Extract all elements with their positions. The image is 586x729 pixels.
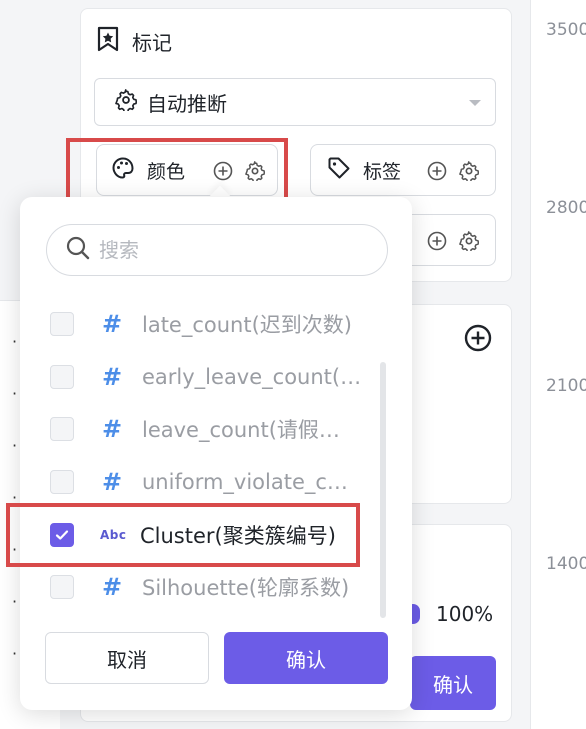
confirm-button[interactable]: 确认 [224,632,388,684]
search-icon [65,235,91,265]
field-checkbox[interactable] [50,365,74,389]
plus-circle-icon[interactable] [427,161,447,186]
highlight-box [6,503,360,567]
gear-icon[interactable] [459,161,480,186]
field-item[interactable]: # late_count(迟到次数) [50,304,352,344]
field-item[interactable]: # early_leave_count(… [50,357,361,397]
tag-icon [327,156,351,185]
percent-value: 100% [436,602,494,626]
field-checkbox[interactable] [50,470,74,494]
mark-type-select[interactable]: 自动推断 [94,78,496,126]
mark-type-value: 自动推断 [147,91,227,116]
list-dot: · [12,332,18,351]
field-name: uniform_violate_c… [142,470,348,494]
field-checkbox[interactable] [50,575,74,599]
search-input[interactable] [99,238,359,262]
background-confirm-button[interactable]: 确认 [410,656,496,710]
field-name: Silhouette(轮廓系数) [142,576,350,600]
field-name: leave_count(请假… [142,418,340,442]
y-axis-tick: 2100 [546,376,586,396]
chart-area [530,0,586,729]
field-item[interactable]: # uniform_violate_c… [50,462,348,502]
list-dot: · [12,384,18,403]
field-checkbox[interactable] [50,417,74,441]
label-channel-label: 标签 [363,160,402,183]
field-checkbox[interactable] [50,312,74,336]
label-channel[interactable]: 标签 [310,144,496,196]
field-item[interactable]: # Silhouette(轮廓系数) [50,567,349,607]
gear-icon[interactable] [459,231,480,256]
field-name: late_count(迟到次数) [142,313,352,337]
cancel-button[interactable]: 取消 [45,632,209,684]
search-box[interactable] [46,224,388,276]
list-dot: · [12,592,18,611]
y-axis-tick: 1400 [546,554,586,574]
y-axis-tick: 3500 [546,20,586,40]
gear-icon [115,88,138,116]
marks-header: 标记 [96,26,172,57]
y-axis-tick: 2800 [546,198,586,218]
list-dot: · [12,644,18,663]
bookmark-star-icon [96,26,120,57]
list-dot: · [12,436,18,455]
field-item[interactable]: # leave_count(请假… [50,409,340,449]
marks-title: 标记 [132,31,172,55]
plus-circle-icon[interactable] [427,231,447,256]
field-name: early_leave_count(… [142,365,362,389]
chevron-down-icon [469,100,481,106]
scrollbar[interactable] [380,362,386,618]
add-circle-icon[interactable] [464,324,492,356]
